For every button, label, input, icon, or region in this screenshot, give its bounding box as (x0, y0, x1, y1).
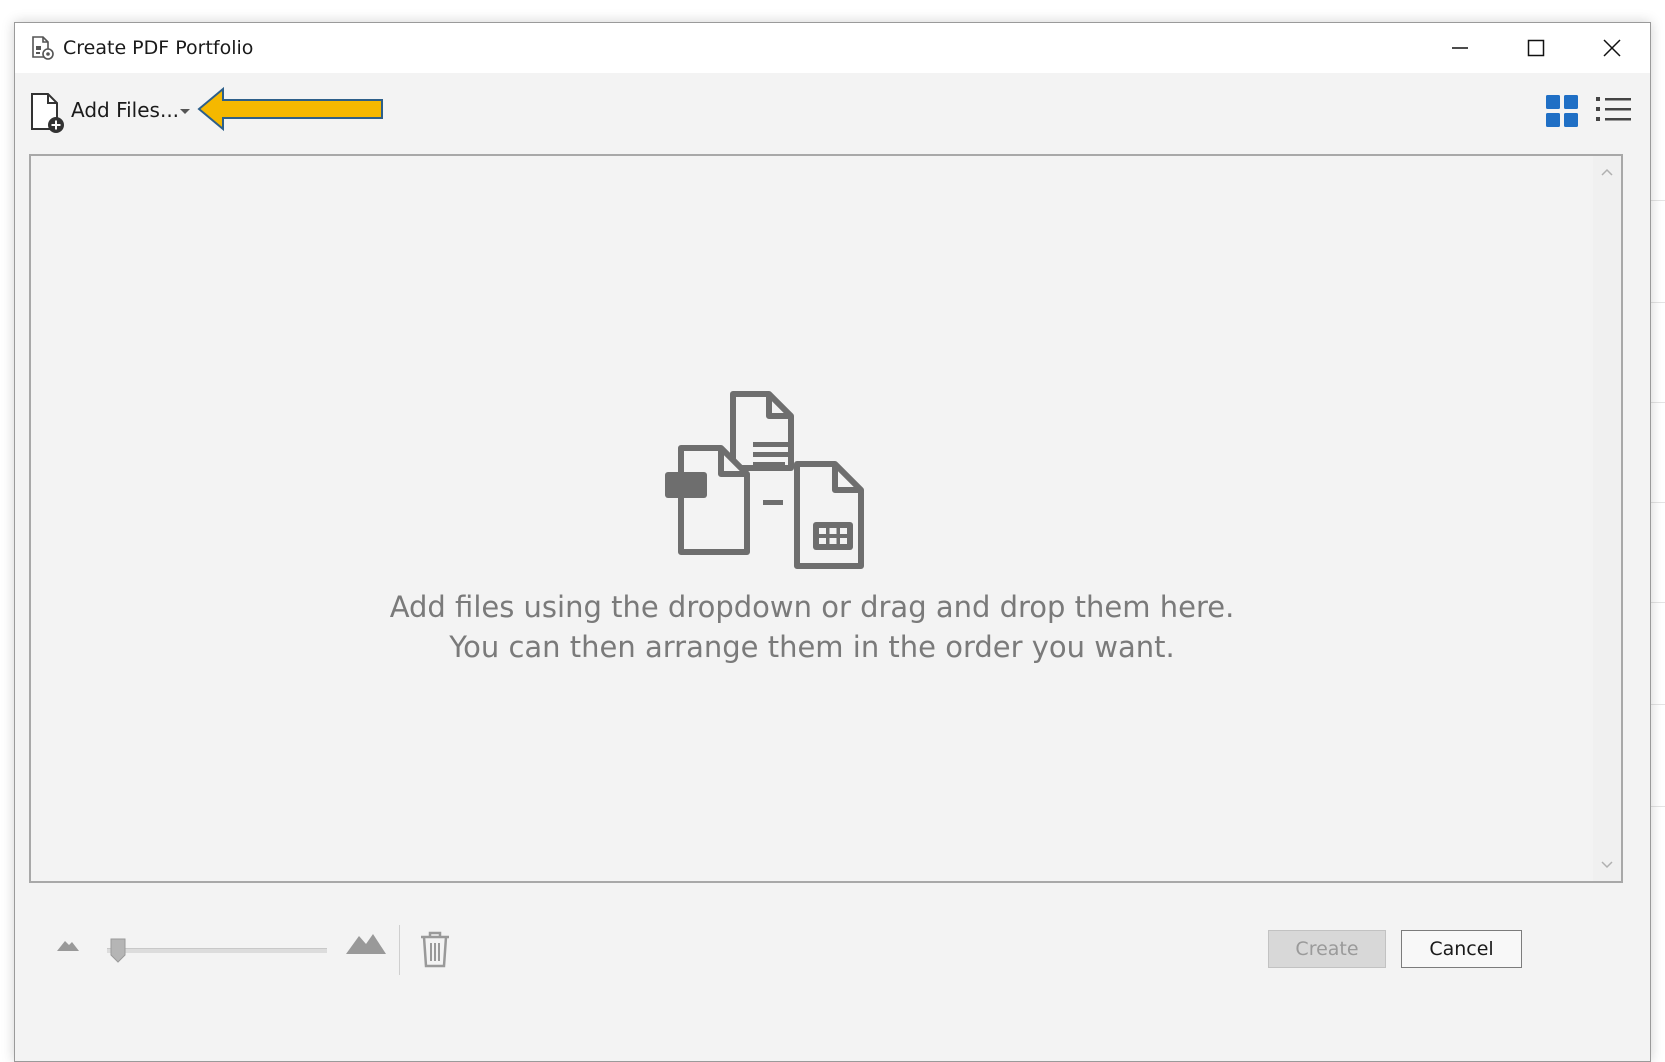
file-drop-zone[interactable]: Add files using the dropdown or drag and… (29, 154, 1623, 883)
close-icon (1603, 39, 1621, 57)
dialog-footer: Create Cancel (15, 885, 1650, 985)
list-view-icon[interactable] (1594, 91, 1634, 131)
maximize-icon (1527, 39, 1545, 57)
window-title: Create PDF Portfolio (63, 37, 254, 59)
chevron-down-icon (1601, 861, 1613, 869)
title-bar: Create PDF Portfolio (15, 23, 1650, 73)
minimize-button[interactable] (1422, 23, 1498, 73)
chevron-down-icon[interactable] (176, 103, 194, 119)
add-files-button[interactable]: Add Files... (71, 95, 179, 125)
thumbnail-size-slider[interactable] (107, 948, 327, 953)
create-button[interactable]: Create (1268, 930, 1386, 968)
drop-hint-line-1: Add files using the dropdown or drag and… (389, 590, 1235, 624)
cancel-button[interactable]: Cancel (1401, 930, 1522, 968)
scroll-down-button[interactable] (1593, 851, 1621, 879)
create-pdf-portfolio-dialog: Create PDF Portfolio Add Files... Add fi… (14, 22, 1651, 1062)
vertical-scrollbar[interactable] (1593, 156, 1621, 881)
files-illustration-icon (665, 391, 864, 569)
grid-view-icon[interactable] (1544, 93, 1580, 129)
chevron-up-icon (1601, 168, 1613, 176)
close-button[interactable] (1574, 23, 1650, 73)
trash-icon[interactable] (417, 929, 453, 969)
drop-hint-line-2: You can then arrange them in the order y… (449, 630, 1175, 664)
footer-divider (399, 925, 400, 975)
add-file-icon[interactable] (29, 91, 69, 135)
minimize-icon (1452, 47, 1468, 49)
pdf-portfolio-icon (32, 36, 54, 60)
annotation-arrow (197, 86, 383, 132)
scroll-up-button[interactable] (1593, 158, 1621, 186)
slider-thumb[interactable] (109, 937, 127, 963)
zoom-out-mountain-icon[interactable] (55, 935, 81, 953)
zoom-in-mountain-icon[interactable] (345, 931, 387, 955)
maximize-button[interactable] (1498, 23, 1574, 73)
toolbar: Add Files... (15, 73, 1650, 153)
